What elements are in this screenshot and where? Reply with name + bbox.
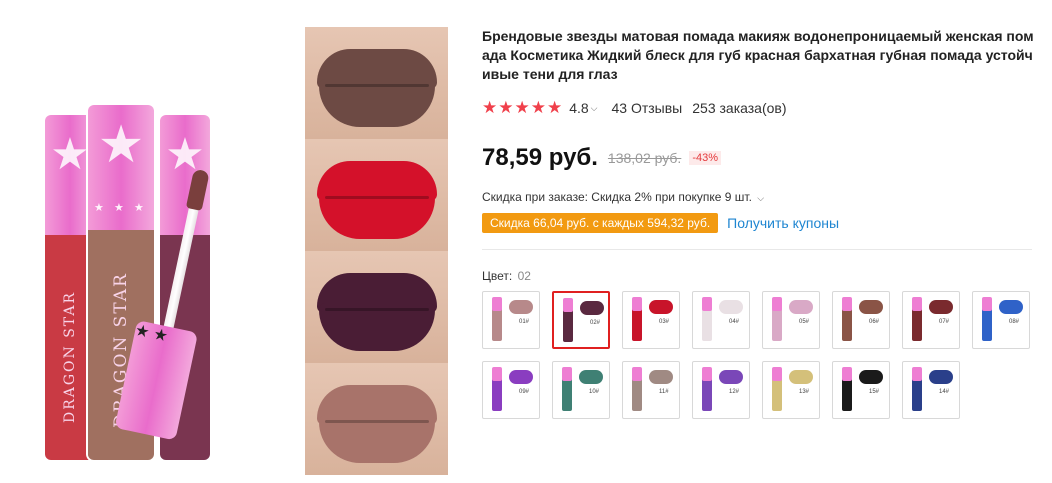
lip-swatch-photo[interactable]: [305, 27, 448, 139]
orders-count: 253 заказа(ов): [692, 100, 787, 116]
swatch-code: 01#: [519, 319, 530, 325]
color-selected-value: 02: [517, 269, 531, 283]
swatch-lips: [649, 300, 673, 314]
color-swatch-11[interactable]: 11#: [622, 361, 680, 419]
swatch-code: 06#: [869, 319, 880, 325]
product-info: Брендовые звезды матовая помада макияж в…: [482, 27, 1034, 431]
swatch-tube-cap: [842, 297, 852, 311]
star-icon: ★: [97, 116, 145, 174]
swatch-lips: [509, 370, 533, 384]
swatch-code: 08#: [1009, 319, 1020, 325]
swatch-code: 15#: [869, 389, 880, 395]
color-swatch-04[interactable]: 04#: [692, 291, 750, 349]
swatch-lips: [929, 370, 953, 384]
color-swatch-13[interactable]: 13#: [762, 361, 820, 419]
swatch-code: 14#: [939, 389, 950, 395]
swatch-code: 13#: [799, 389, 810, 395]
swatch-lips: [719, 370, 743, 384]
color-label: Цвет: 02: [482, 269, 1034, 283]
swatch-code: 03#: [659, 319, 670, 325]
color-label-text: Цвет:: [482, 269, 513, 283]
get-coupons-link[interactable]: Получить купоны: [727, 215, 839, 231]
reviews-link[interactable]: 43 Отзывы: [612, 100, 683, 116]
rating-row: ★★★★★ 4.8 ⌵ 43 Отзывы 253 заказа(ов): [482, 98, 1034, 118]
swatch-code: 09#: [519, 389, 530, 395]
color-swatch-03[interactable]: 03#: [622, 291, 680, 349]
swatch-tube-cap: [632, 367, 642, 381]
old-price: 138,02 руб.: [607, 150, 682, 166]
color-swatch-14[interactable]: 14#: [902, 361, 960, 419]
swatch-lips: [580, 301, 604, 315]
swatch-tube-cap: [562, 367, 572, 381]
swatch-lips: [789, 300, 813, 314]
color-swatch-08[interactable]: 08#: [972, 291, 1030, 349]
color-swatches: 01# 02# 03# 04# 05# 06# 07# 08# 09# 10# 11# 12# 13# 1…: [482, 291, 1042, 431]
swatch-lips: [579, 370, 603, 384]
coupon-row: Скидка 66,04 руб. с каждых 594,32 руб. П…: [482, 213, 1034, 233]
swatch-lips: [649, 370, 673, 384]
tube-brand-text: DRAGON STAR: [62, 290, 78, 424]
swatch-tube-cap: [563, 298, 573, 312]
bulk-discount-text: Скидка при заказе: Скидка 2% при покупке…: [482, 190, 752, 204]
color-swatch-15[interactable]: 15#: [832, 361, 890, 419]
swatch-tube-cap: [632, 297, 642, 311]
swatch-code: 05#: [799, 319, 810, 325]
star-icon: ★: [50, 130, 90, 179]
rating-value[interactable]: 4.8: [569, 100, 588, 116]
swatch-code: 04#: [729, 319, 740, 325]
swatch-tube-cap: [982, 297, 992, 311]
product-title: Брендовые звезды матовая помада макияж в…: [482, 28, 1034, 82]
chevron-down-icon[interactable]: ⌵: [757, 193, 764, 203]
swatch-lips: [719, 300, 743, 314]
applicator-tip: [185, 168, 210, 211]
lips-gallery[interactable]: [305, 27, 448, 475]
swatch-code: 11#: [659, 389, 669, 395]
chevron-down-icon[interactable]: ⌵: [591, 103, 598, 114]
swatch-tube-cap: [702, 367, 712, 381]
swatch-code: 12#: [729, 389, 740, 395]
product-main-image[interactable]: ★ DRAGON STAR ★ ★ ★ ★ ★ DRAGON STAR ★ ★: [30, 80, 280, 460]
swatch-tube-cap: [492, 367, 502, 381]
swatch-tube-cap: [702, 297, 712, 311]
bulk-discount[interactable]: Скидка при заказе: Скидка 2% при покупке…: [482, 190, 1034, 204]
swatch-tube-cap: [492, 297, 502, 311]
swatch-lips: [999, 300, 1023, 314]
swatch-lips: [859, 370, 883, 384]
color-swatch-02[interactable]: 02#: [552, 291, 610, 349]
color-swatch-05[interactable]: 05#: [762, 291, 820, 349]
color-swatch-10[interactable]: 10#: [552, 361, 610, 419]
color-swatch-07[interactable]: 07#: [902, 291, 960, 349]
swatch-code: 10#: [589, 389, 600, 395]
swatch-tube-cap: [912, 297, 922, 311]
swatch-tube-cap: [772, 297, 782, 311]
price-row: 78,59 руб. 138,02 руб. -43%: [482, 144, 1034, 172]
swatch-code: 02#: [590, 320, 601, 326]
discount-badge: -43%: [689, 151, 722, 165]
swatch-lips: [929, 300, 953, 314]
star-icon: ★: [114, 202, 124, 214]
divider: [482, 249, 1032, 250]
star-icon: ★: [94, 202, 104, 214]
swatch-tube-cap: [912, 367, 922, 381]
rating-stars-icon: ★★★★★: [482, 98, 564, 117]
swatch-code: 07#: [939, 319, 950, 325]
color-swatch-12[interactable]: 12#: [692, 361, 750, 419]
current-price: 78,59 руб.: [482, 144, 598, 171]
color-swatch-01[interactable]: 01#: [482, 291, 540, 349]
color-swatch-09[interactable]: 09#: [482, 361, 540, 419]
coupon-tag: Скидка 66,04 руб. с каждых 594,32 руб.: [482, 213, 719, 233]
color-swatch-06[interactable]: 06#: [832, 291, 890, 349]
star-icon: ★: [134, 202, 144, 214]
swatch-tube-cap: [772, 367, 782, 381]
swatch-tube-cap: [842, 367, 852, 381]
lip-swatch-photo[interactable]: [305, 251, 448, 363]
swatch-lips: [509, 300, 533, 314]
swatch-lips: [789, 370, 813, 384]
lip-swatch-photo[interactable]: [305, 139, 448, 251]
lip-swatch-photo[interactable]: [305, 363, 448, 475]
swatch-lips: [859, 300, 883, 314]
